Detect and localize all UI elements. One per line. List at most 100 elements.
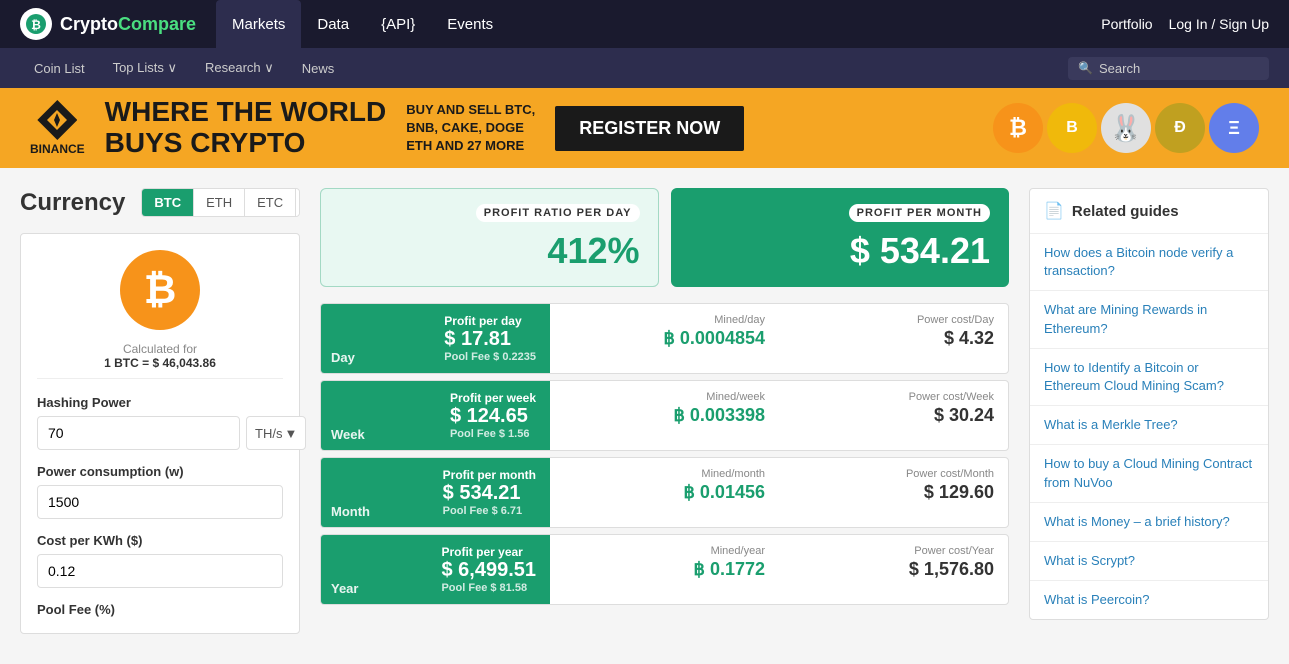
cost-per-kwh-input[interactable] (37, 554, 283, 588)
guide-link-anchor[interactable]: How does a Bitcoin node verify a transac… (1044, 245, 1233, 278)
guide-link-item[interactable]: How to buy a Cloud Mining Contract from … (1030, 445, 1268, 502)
table-row: Profit per day $ 17.81 Pool Fee $ 0.2235… (320, 303, 1009, 374)
pool-fee: Pool Fee $ 0.2235 (444, 351, 536, 363)
profit-label: Profit per week (450, 391, 536, 405)
period-label: Year (331, 581, 358, 596)
subnav-coinlist[interactable]: Coin List (20, 48, 99, 88)
main-content: Currency BTC ETH ETC XMR ZEC DASH LTC ₿ … (0, 168, 1289, 654)
mined-value: ฿ 0.1772 (564, 559, 765, 580)
guide-links-container: How does a Bitcoin node verify a transac… (1030, 234, 1268, 619)
left-panel: Currency BTC ETH ETC XMR ZEC DASH LTC ₿ … (20, 188, 300, 634)
power-cell: Power cost/Day $ 4.32 (779, 304, 1008, 373)
table-row: Profit per month $ 534.21 Pool Fee $ 6.7… (320, 457, 1009, 528)
mined-label: Mined/month (564, 468, 765, 480)
nav-events[interactable]: Events (431, 0, 509, 48)
profit-day-value: 412% (339, 230, 640, 272)
mined-value: ฿ 0.0004854 (564, 328, 765, 349)
center-panel: PROFIT RATIO PER DAY 412% PROFIT PER MON… (320, 188, 1009, 634)
guide-link-item[interactable]: What is a Merkle Tree? (1030, 406, 1268, 445)
period-cell: Profit per month $ 534.21 Pool Fee $ 6.7… (321, 458, 550, 527)
banner-description: BUY AND SELL BTC,BNB, CAKE, DOGEETH AND … (406, 101, 535, 156)
svg-text:₿: ₿ (31, 18, 41, 32)
tab-eth[interactable]: ETH (194, 189, 245, 216)
guide-link-anchor[interactable]: What is Money – a brief history? (1044, 514, 1230, 529)
currency-header: Currency BTC ETH ETC XMR ZEC DASH LTC (20, 188, 300, 217)
mined-label: Mined/day (564, 314, 765, 326)
tab-etc[interactable]: ETC (245, 189, 296, 216)
profit-card-day: PROFIT RATIO PER DAY 412% (320, 188, 659, 287)
profit-label: Profit per year (441, 545, 536, 559)
data-rows: Profit per day $ 17.81 Pool Fee $ 0.2235… (320, 303, 1009, 605)
nav-api[interactable]: {API} (365, 0, 431, 48)
pool-fee-label: Pool Fee (%) (37, 602, 283, 617)
mined-cell: Mined/week ฿ 0.003398 (550, 381, 779, 450)
nav-markets[interactable]: Markets (216, 0, 301, 48)
bnb-coin-icon: B (1047, 103, 1097, 153)
mined-label: Mined/year (564, 545, 765, 557)
profit-month-value: $ 534.21 (690, 230, 991, 272)
mined-cell: Mined/day ฿ 0.0004854 (550, 304, 779, 373)
login-signup-link[interactable]: Log In / Sign Up (1169, 16, 1269, 32)
guide-link-item[interactable]: What is Peercoin? (1030, 581, 1268, 619)
power-label: Power cost/Day (793, 314, 994, 326)
mined-cell: Mined/month ฿ 0.01456 (550, 458, 779, 527)
portfolio-link[interactable]: Portfolio (1101, 16, 1152, 32)
mined-label: Mined/week (564, 391, 765, 403)
power-cell: Power cost/Week $ 30.24 (779, 381, 1008, 450)
tab-xmr[interactable]: XMR (296, 189, 300, 216)
profit-cards: PROFIT RATIO PER DAY 412% PROFIT PER MON… (320, 188, 1009, 287)
guide-link-anchor[interactable]: How to buy a Cloud Mining Contract from … (1044, 456, 1252, 489)
guide-link-anchor[interactable]: What are Mining Rewards in Ethereum? (1044, 302, 1207, 335)
profit-value: $ 124.65 (450, 405, 536, 428)
pool-fee: Pool Fee $ 81.58 (441, 582, 536, 594)
guide-link-item[interactable]: How to Identify a Bitcoin or Ethereum Cl… (1030, 349, 1268, 406)
guide-link-item[interactable]: What are Mining Rewards in Ethereum? (1030, 291, 1268, 348)
pool-fee: Pool Fee $ 1.56 (450, 428, 536, 440)
guide-link-item[interactable]: How does a Bitcoin node verify a transac… (1030, 234, 1268, 291)
guide-link-anchor[interactable]: What is Peercoin? (1044, 592, 1150, 607)
profit-day-label: PROFIT RATIO PER DAY (476, 204, 640, 222)
btc-icon: ₿ (120, 250, 200, 330)
pool-fee: Pool Fee $ 6.71 (443, 505, 536, 517)
mined-cell: Mined/year ฿ 0.1772 (550, 535, 779, 604)
btc-coin-icon: ₿ (993, 103, 1043, 153)
power-value: $ 30.24 (793, 405, 994, 426)
hashing-power-row: TH/s ▼ (37, 416, 283, 450)
tab-btc[interactable]: BTC (142, 189, 194, 216)
related-guides-header: 📄 Related guides (1030, 189, 1268, 234)
banner: BINANCE WHERE THE WORLDBUYS CRYPTO BUY A… (0, 88, 1289, 168)
banner-title: WHERE THE WORLDBUYS CRYPTO (105, 97, 387, 159)
hashing-power-label: Hashing Power (37, 395, 283, 410)
guide-link-item[interactable]: What is Scrypt? (1030, 542, 1268, 581)
search-input[interactable] (1099, 61, 1259, 76)
profit-month-label: PROFIT PER MONTH (849, 204, 990, 222)
period-cell: Profit per year $ 6,499.51 Pool Fee $ 81… (321, 535, 550, 604)
eth-coin-icon: Ξ (1209, 103, 1259, 153)
profit-value: $ 6,499.51 (441, 559, 536, 582)
hashing-power-input[interactable] (37, 416, 240, 450)
profit-card-month: PROFIT PER MONTH $ 534.21 (671, 188, 1010, 287)
guide-link-anchor[interactable]: What is Scrypt? (1044, 553, 1135, 568)
nav-data[interactable]: Data (301, 0, 365, 48)
subnav-news[interactable]: News (288, 48, 349, 88)
power-consumption-input[interactable] (37, 485, 283, 519)
doc-icon: 📄 (1044, 201, 1064, 221)
register-button[interactable]: REGISTER NOW (555, 106, 744, 151)
top-nav: ₿ CryptoCompare Markets Data {API} Event… (0, 0, 1289, 48)
banner-coins: ₿ B 🐰 Ð Ξ (993, 103, 1259, 153)
right-panel: 📄 Related guides How does a Bitcoin node… (1029, 188, 1269, 634)
guide-link-anchor[interactable]: How to Identify a Bitcoin or Ethereum Cl… (1044, 360, 1224, 393)
hashing-power-unit[interactable]: TH/s ▼ (246, 416, 306, 450)
power-label: Power cost/Month (793, 468, 994, 480)
currency-title: Currency (20, 189, 125, 217)
guide-link-anchor[interactable]: What is a Merkle Tree? (1044, 417, 1178, 432)
logo-area: ₿ CryptoCompare (20, 8, 196, 40)
power-cell: Power cost/Month $ 129.60 (779, 458, 1008, 527)
period-label: Month (331, 504, 370, 519)
subnav-toplists[interactable]: Top Lists ∨ (99, 48, 191, 88)
guide-link-item[interactable]: What is Money – a brief history? (1030, 503, 1268, 542)
profit-label: Profit per day (444, 314, 536, 328)
period-cell: Profit per week $ 124.65 Pool Fee $ 1.56… (321, 381, 550, 450)
mined-value: ฿ 0.003398 (564, 405, 765, 426)
subnav-research[interactable]: Research ∨ (191, 48, 288, 88)
